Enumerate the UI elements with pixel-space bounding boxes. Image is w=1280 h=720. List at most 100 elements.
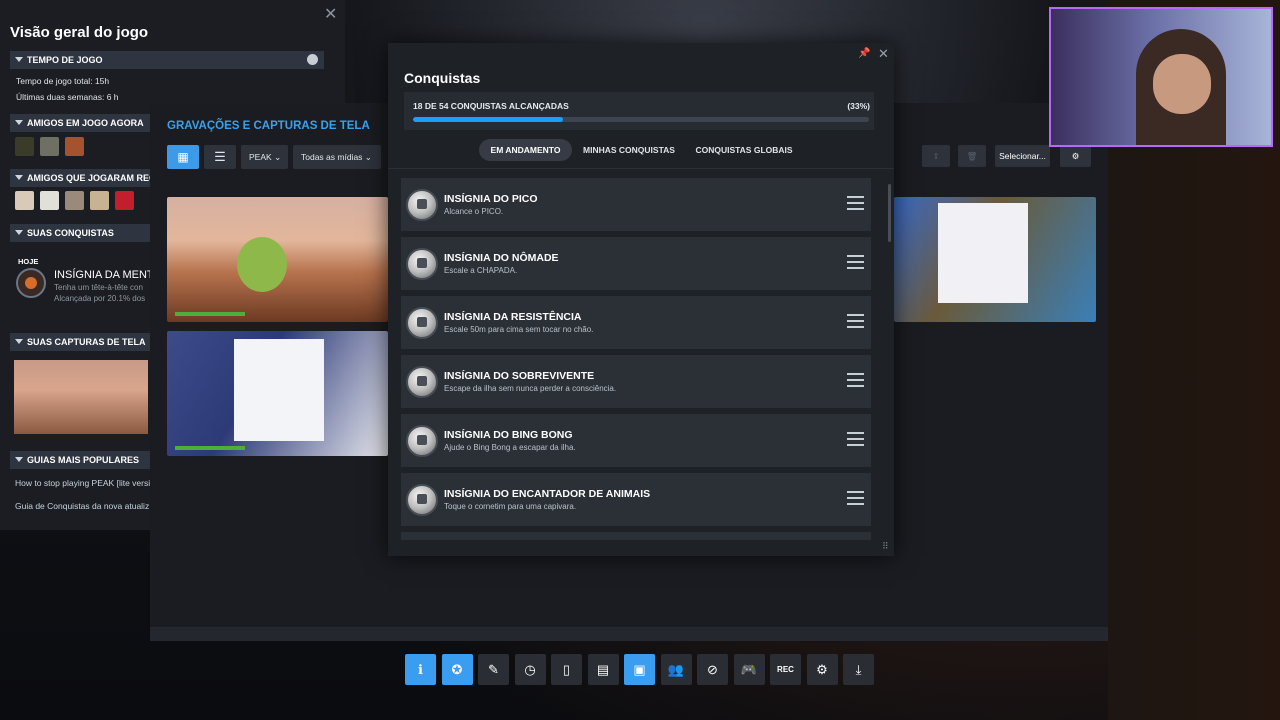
screenshot-thumbnail[interactable] [14, 360, 148, 434]
screenshot-thumbnail[interactable] [894, 197, 1096, 322]
screen-in-game [234, 339, 324, 441]
close-icon[interactable]: ✕ [878, 46, 889, 62]
achievement-button[interactable]: ✪ [441, 654, 473, 685]
scrollbar[interactable] [888, 184, 891, 242]
guide-link[interactable]: How to stop playing PEAK [lite versi [15, 478, 150, 488]
drag-handle-icon[interactable] [847, 196, 864, 210]
collapse-icon [15, 57, 23, 62]
section-popular-guides-label: GUIAS MAIS POPULARES [27, 455, 140, 465]
controller-button[interactable]: 🎮 [733, 654, 765, 685]
upload-icon: ⇪ [932, 150, 940, 161]
pin-icon[interactable]: 📌 [858, 48, 870, 59]
achievement-row[interactable]: INSÍGNIA DO BING BONG Ajude o Bing Bong … [401, 414, 871, 467]
tab-label: EM ANDAMENTO [490, 145, 561, 155]
list-view-button[interactable]: ☰ [204, 145, 236, 169]
section-playtime-label: TEMPO DE JOGO [27, 55, 103, 65]
achievement-desc: Alcance o PICO. [444, 207, 504, 216]
achievement-row[interactable]: INSÍGNIA DA RESISTÊNCIA Escale 50m para … [401, 296, 871, 349]
section-friends-recent-label: AMIGOS QUE JOGARAM RECE [27, 173, 162, 183]
collapse-icon [15, 339, 23, 344]
captures-footer [150, 627, 1108, 641]
playtime-recent: Últimas duas semanas: 6 h [16, 92, 119, 102]
achievement-row[interactable]: INSÍGNIA DO SOBREVIVENTE Escape da ilha … [401, 355, 871, 408]
media-filter-value: Todas as mídias [301, 152, 363, 162]
screenshot-thumbnail[interactable] [167, 197, 388, 322]
badge-icon [406, 425, 438, 457]
latest-achievement-desc: Tenha um tête-à-tête con [54, 283, 143, 292]
badge-icon [406, 307, 438, 339]
guide-button[interactable]: ▯ [551, 654, 582, 685]
achievement-name: INSÍGNIA DO BING BONG [444, 429, 573, 441]
tab-in-progress[interactable]: EM ANDAMENTO [479, 139, 572, 161]
achievement-desc: Escale a CHAPADA. [444, 266, 518, 275]
collapse-icon [15, 175, 23, 180]
badge-icon [406, 248, 438, 280]
progress-track [413, 117, 869, 122]
drag-handle-icon[interactable] [847, 432, 864, 446]
game-filter-dropdown[interactable]: PEAK ⌄ [241, 145, 288, 169]
dialog-title: Conquistas [404, 70, 481, 86]
avatar[interactable] [40, 137, 59, 156]
select-button-label: Selecionar... [999, 151, 1046, 161]
chat-button[interactable]: ▤ [587, 654, 619, 685]
achievement-row[interactable]: INSÍGNIA DO NÔMADE Escale a CHAPADA. [401, 237, 871, 290]
achievement-row[interactable]: INSÍGNIA DO ENCANTADOR DE ANIMAIS Toque … [401, 473, 871, 526]
avatar[interactable] [65, 191, 84, 210]
achievement-desc: Escape da ilha sem nunca perder a consci… [444, 384, 617, 393]
list-icon: ☰ [214, 149, 226, 164]
guide-icon: ▯ [562, 661, 571, 677]
progress-percent: (33%) [847, 101, 870, 111]
overview-title: Visão geral do jogo [10, 24, 149, 41]
guide-link[interactable]: Guia de Conquistas da nova atualiz [15, 501, 149, 511]
info-button[interactable]: ℹ [405, 654, 436, 685]
select-button[interactable]: Selecionar... [995, 145, 1050, 167]
collapse-icon [15, 120, 23, 125]
upload-button[interactable]: ⇪ [922, 145, 950, 167]
badge-icon [406, 366, 438, 398]
screen-in-game [938, 203, 1028, 303]
rec-button[interactable]: REC [770, 654, 801, 685]
badge-icon [406, 189, 438, 221]
achievement-desc: Toque o cornetim para uma capivara. [444, 502, 577, 511]
drag-handle-icon[interactable] [847, 491, 864, 505]
drag-handle-icon[interactable] [847, 255, 864, 269]
controller-icon: 🎮 [740, 661, 758, 677]
section-playtime[interactable]: TEMPO DE JOGO [10, 51, 324, 69]
tab-my-achievements[interactable]: MINHAS CONQUISTAS [578, 139, 680, 161]
avatar[interactable] [65, 137, 84, 156]
avatar[interactable] [15, 137, 34, 156]
achievement-name: INSÍGNIA DA RESISTÊNCIA [444, 311, 582, 323]
chevron-down-icon: ⌄ [364, 152, 372, 162]
collapse-icon [15, 230, 23, 235]
settings-button[interactable]: ⚙ [806, 654, 838, 685]
minimize-button[interactable]: ⤓ [843, 654, 874, 685]
resize-grip-icon[interactable]: ⠿ [882, 541, 889, 552]
avatar[interactable] [115, 191, 134, 210]
screenshot-thumbnail[interactable] [167, 331, 388, 456]
achievement-row[interactable]: INSÍGNIA DO PICO Alcance o PICO. [401, 178, 871, 231]
settings-button[interactable]: ⚙ [1060, 145, 1091, 167]
compass-button[interactable]: ⊘ [697, 654, 728, 685]
drag-handle-icon[interactable] [847, 314, 864, 328]
achievement-name: INSÍGNIA DO PICO [444, 193, 538, 205]
latest-achievement-pct: Alcançada por 20.1% dos [54, 294, 146, 303]
pencil-button[interactable]: ✎ [478, 654, 509, 685]
section-your-screenshots-label: SUAS CAPTURAS DE TELA [27, 337, 146, 347]
achievement-row[interactable] [401, 532, 871, 540]
health-bar [175, 312, 245, 316]
screenshots-button[interactable]: ▣ [624, 654, 655, 685]
drag-handle-icon[interactable] [847, 373, 864, 387]
clock-button[interactable]: ◷ [514, 654, 546, 685]
streamer-face [1153, 54, 1211, 114]
friends-recent-list [15, 191, 134, 210]
avatar[interactable] [90, 191, 109, 210]
close-icon[interactable]: ✕ [324, 4, 337, 24]
delete-button[interactable]: 🗑 [958, 145, 986, 167]
avatar[interactable] [40, 191, 59, 210]
avatar[interactable] [15, 191, 34, 210]
friends-button[interactable]: 👥 [660, 654, 692, 685]
tab-global-achievements[interactable]: CONQUISTAS GLOBAIS [689, 139, 799, 161]
achievement-icon[interactable] [16, 268, 46, 298]
grid-view-button[interactable]: ▦ [167, 145, 199, 169]
media-filter-dropdown[interactable]: Todas as mídias ⌄ [293, 145, 381, 169]
